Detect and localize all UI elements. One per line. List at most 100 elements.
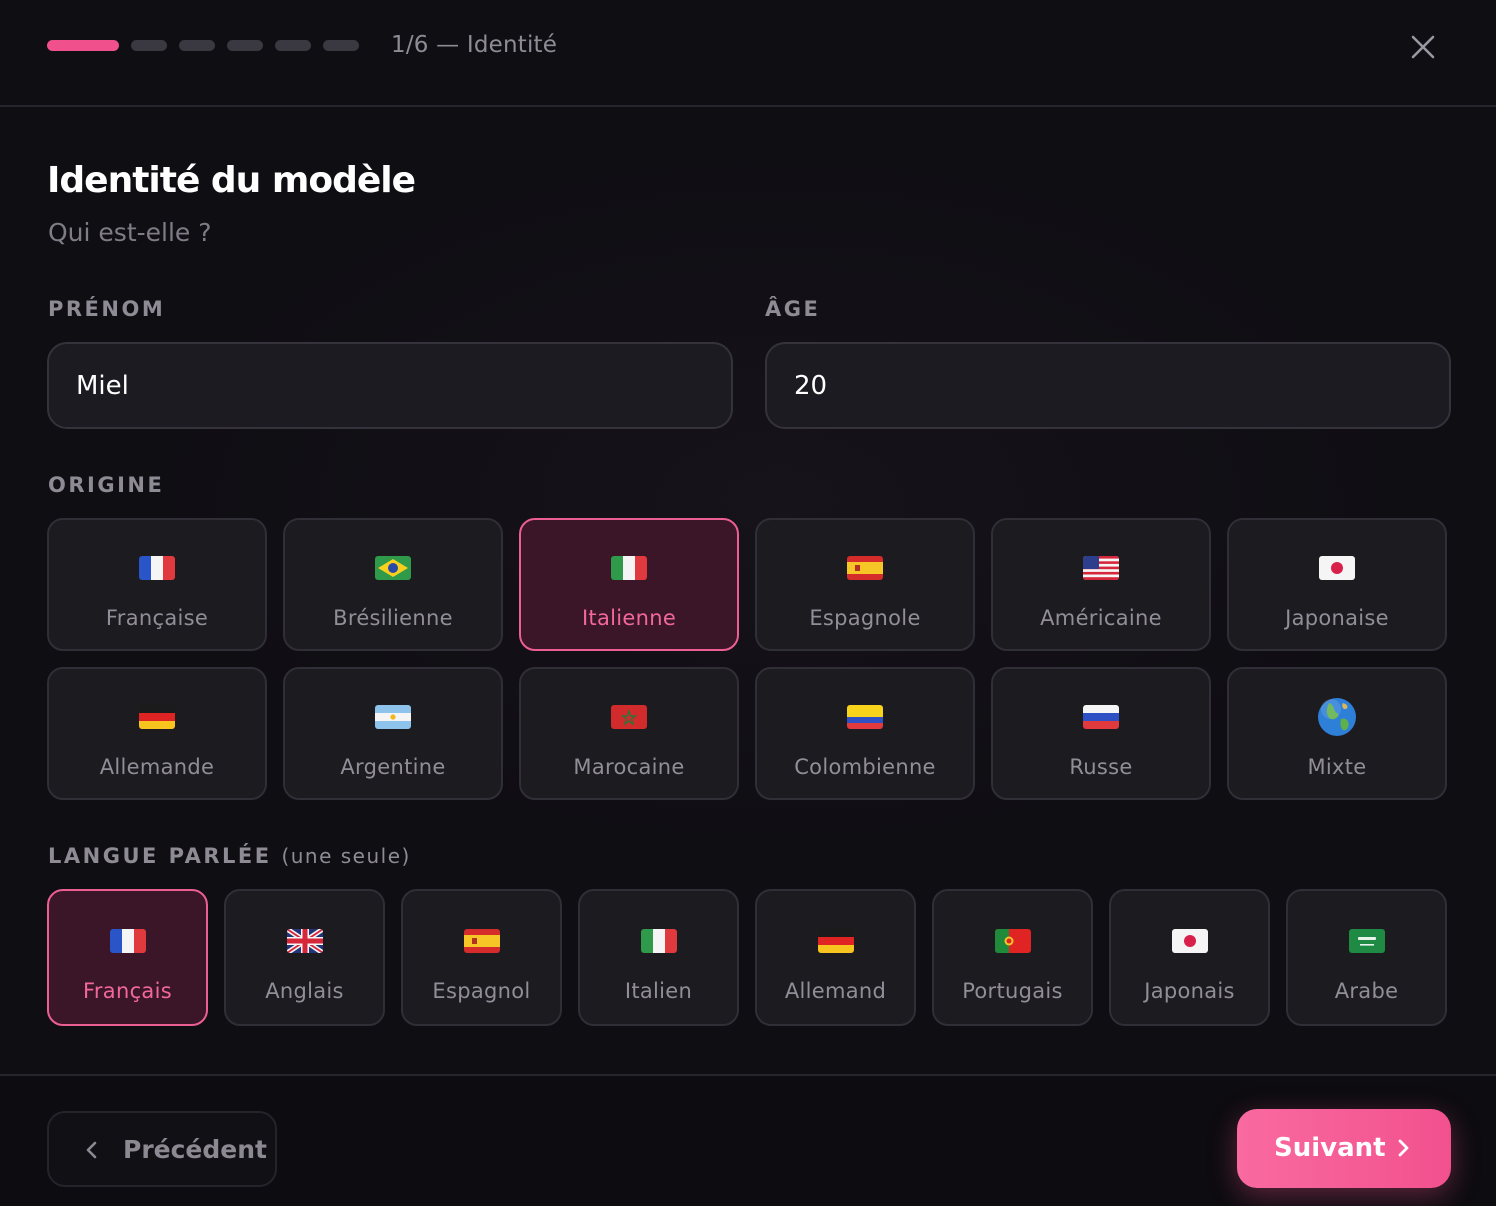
origin-option[interactable]: Colombienne	[755, 667, 975, 800]
origin-option[interactable]: Mixte	[1227, 667, 1447, 800]
language-option-flag	[817, 927, 854, 955]
france-flag-icon	[109, 929, 146, 953]
origin-option-flag	[1083, 554, 1119, 582]
page-title: Identité du modèle	[47, 160, 416, 201]
language-option-label: Japonais	[1144, 979, 1235, 1003]
portugal-flag-icon	[994, 929, 1031, 953]
language-option[interactable]: Arabe	[1286, 889, 1447, 1026]
origin-option-label: Japonaise	[1285, 606, 1389, 630]
origin-option[interactable]: Japonaise	[1227, 518, 1447, 651]
language-option[interactable]: Anglais	[224, 889, 385, 1026]
origin-option[interactable]: Allemande	[47, 667, 267, 800]
age-field[interactable]	[765, 342, 1451, 429]
language-option[interactable]: Japonais	[1109, 889, 1270, 1026]
language-options: Français Anglais Espagnol Italien Allemand Po…	[47, 889, 1451, 1026]
language-option-label: Italien	[624, 979, 693, 1003]
first-name-field[interactable]	[47, 342, 733, 429]
next-button-label: Suivant	[1274, 1133, 1386, 1163]
onboarding-modal: 1/6 — Identité Identité du modèle Qui es…	[0, 0, 1496, 1206]
previous-button[interactable]: Précédent	[47, 1111, 277, 1187]
first-name-input[interactable]	[76, 370, 731, 401]
russia-flag-icon	[1083, 705, 1119, 729]
origin-option-flag	[611, 703, 647, 731]
origin-option-label: Marocaine	[573, 755, 685, 779]
saudi-flag-icon	[1348, 929, 1385, 953]
origin-option-flag	[847, 703, 883, 731]
progress-segment	[275, 40, 311, 51]
origin-label: ORIGINE	[48, 473, 165, 497]
language-option[interactable]: Portugais	[932, 889, 1093, 1026]
origin-option[interactable]: Italienne	[519, 518, 739, 651]
origin-option[interactable]: Brésilienne	[283, 518, 503, 651]
origin-option-label: Italienne	[581, 606, 677, 630]
language-option-label: Portugais	[962, 979, 1063, 1003]
progress-segment	[323, 40, 359, 51]
origin-option[interactable]: Marocaine	[519, 667, 739, 800]
language-option-label: Allemand	[784, 979, 887, 1003]
language-option-label: Arabe	[1334, 979, 1399, 1003]
germany-flag-icon	[817, 929, 854, 953]
germany-flag-icon	[139, 705, 175, 729]
argentina-flag-icon	[375, 705, 411, 729]
origin-option-flag	[611, 554, 647, 582]
progress-segment-active	[47, 40, 119, 51]
close-button[interactable]	[1406, 30, 1440, 64]
language-option-flag	[109, 927, 146, 955]
brazil-flag-icon	[375, 556, 411, 580]
language-option-flag	[1348, 927, 1385, 955]
language-label-hint: (une seule)	[281, 844, 411, 868]
origin-option[interactable]: Argentine	[283, 667, 503, 800]
origin-option[interactable]: Espagnole	[755, 518, 975, 651]
language-option-flag	[463, 927, 500, 955]
chevron-left-icon	[86, 1141, 97, 1159]
japan-flag-icon	[1171, 929, 1208, 953]
origin-option-flag	[847, 554, 883, 582]
language-option[interactable]: Allemand	[755, 889, 916, 1026]
france-flag-icon	[139, 556, 175, 580]
origin-option-label: Argentine	[340, 755, 446, 779]
language-label-text: LANGUE PARLÉE	[48, 844, 272, 868]
globe-icon	[1318, 698, 1356, 736]
origin-option-flag	[375, 554, 411, 582]
progress-segment	[179, 40, 215, 51]
spain-flag-icon	[463, 929, 500, 953]
chevron-right-icon	[1398, 1139, 1409, 1157]
spain-flag-icon	[847, 556, 883, 580]
origin-option[interactable]: Russe	[991, 667, 1211, 800]
age-input[interactable]	[794, 370, 1449, 401]
origin-option[interactable]: Française	[47, 518, 267, 651]
first-name-label: PRÉNOM	[48, 297, 166, 321]
origin-option-flag	[139, 703, 175, 731]
origin-option-flag	[375, 703, 411, 731]
uk-flag-icon	[286, 929, 323, 953]
language-option-flag	[1171, 927, 1208, 955]
japan-flag-icon	[1319, 556, 1355, 580]
language-option-flag	[286, 927, 323, 955]
origin-option-label: Colombienne	[794, 755, 936, 779]
next-button[interactable]: Suivant	[1237, 1109, 1451, 1188]
origin-option-label: Allemande	[99, 755, 215, 779]
language-option-label: Espagnol	[432, 979, 531, 1003]
origin-options: Française Brésilienne Italienne Espagnole Am…	[47, 518, 1451, 800]
origin-option-flag	[1317, 698, 1357, 736]
language-option[interactable]: Espagnol	[401, 889, 562, 1026]
progress-segment	[131, 40, 167, 51]
italy-flag-icon	[611, 556, 647, 580]
origin-option[interactable]: Américaine	[991, 518, 1211, 651]
morocco-flag-icon	[611, 705, 647, 729]
origin-option-label: Française	[105, 606, 209, 630]
close-icon	[1411, 35, 1435, 59]
modal-header: 1/6 — Identité	[0, 0, 1496, 107]
language-option[interactable]: Italien	[578, 889, 739, 1026]
language-option[interactable]: Français	[47, 889, 208, 1026]
language-option-label: Français	[83, 979, 172, 1003]
origin-option-label: Russe	[1069, 755, 1133, 779]
age-label: ÂGE	[765, 297, 821, 321]
language-option-flag	[994, 927, 1031, 955]
step-label: 1/6 — Identité	[391, 32, 558, 58]
colombia-flag-icon	[847, 705, 883, 729]
italy-flag-icon	[640, 929, 677, 953]
origin-option-flag	[139, 554, 175, 582]
origin-option-label: Brésilienne	[333, 606, 453, 630]
language-option-label: Anglais	[265, 979, 344, 1003]
